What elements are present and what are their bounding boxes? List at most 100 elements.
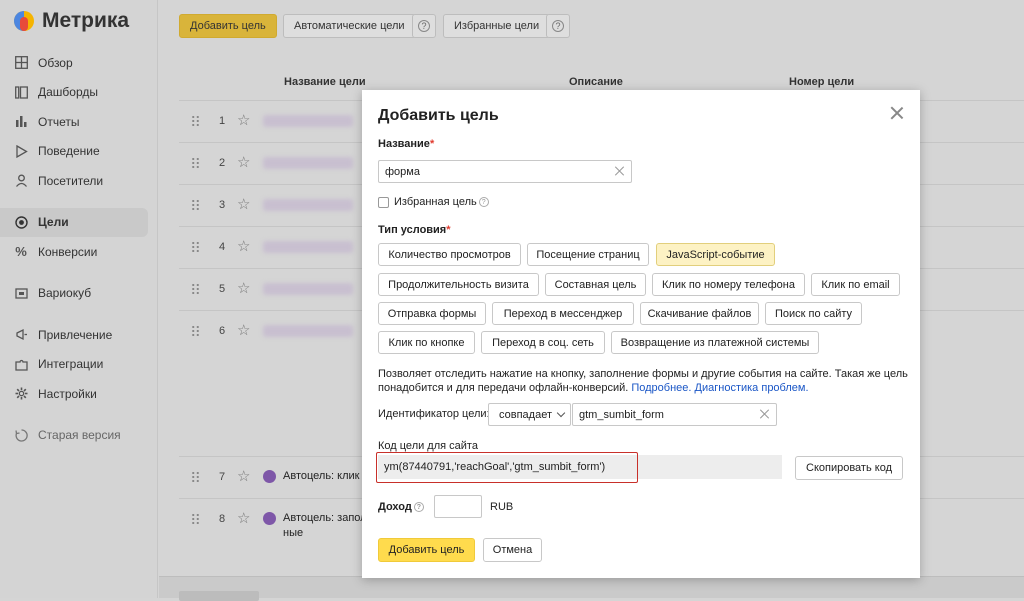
identifier-input[interactable]: gtm_sumbit_form bbox=[572, 403, 777, 426]
add-goal-button[interactable]: Добавить цель bbox=[179, 14, 277, 38]
drag-handle-icon[interactable] bbox=[191, 241, 200, 253]
sidebar-item-settings[interactable]: Настройки bbox=[0, 379, 158, 409]
help-icon[interactable]: ? bbox=[478, 197, 489, 208]
drag-handle-icon[interactable] bbox=[191, 325, 200, 337]
identifier-label: Идентификатор цели: bbox=[378, 408, 490, 420]
drag-handle-icon[interactable] bbox=[191, 157, 200, 169]
star-icon[interactable]: ☆ bbox=[237, 195, 250, 213]
condition-phone-click[interactable]: Клик по номеру телефона bbox=[652, 273, 805, 296]
blurred-goal-name bbox=[263, 199, 353, 211]
history-icon bbox=[14, 428, 28, 442]
favorite-label[interactable]: Избранная цель? bbox=[394, 196, 489, 208]
drag-handle-icon[interactable] bbox=[191, 471, 200, 483]
close-icon[interactable] bbox=[890, 106, 904, 120]
drag-handle-icon[interactable] bbox=[191, 115, 200, 127]
dialog-title: Добавить цель bbox=[378, 107, 499, 124]
goal-name: Автоцель: запол bbox=[283, 512, 367, 524]
percent-icon: % bbox=[15, 244, 27, 260]
condition-visit-duration[interactable]: Продолжительность визита bbox=[378, 273, 539, 296]
condition-description: Позволяет отследить нажатие на кнопку, з… bbox=[378, 368, 908, 394]
metrika-logo-icon bbox=[12, 9, 36, 33]
condition-javascript-event[interactable]: JavaScript-событие bbox=[656, 243, 775, 266]
cancel-button[interactable]: Отмена bbox=[483, 538, 542, 562]
favorite-goals-help-button[interactable]: ? bbox=[546, 14, 570, 38]
favorite-goals-button[interactable]: Избранные цели bbox=[443, 14, 551, 38]
condition-site-search[interactable]: Поиск по сайту bbox=[765, 302, 862, 325]
chevron-down-icon bbox=[556, 408, 566, 418]
sidebar-item-label: Отчеты bbox=[38, 114, 80, 129]
blurred-goal-name bbox=[263, 325, 353, 337]
user-icon bbox=[14, 174, 28, 188]
star-icon[interactable]: ☆ bbox=[237, 153, 250, 171]
bottom-bar bbox=[159, 576, 1024, 601]
blurred-goal-name bbox=[263, 241, 353, 253]
code-value[interactable]: ym(87440791,'reachGoal','gtm_sumbit_form… bbox=[384, 461, 605, 473]
sidebar-item-old-version[interactable]: Старая версия bbox=[0, 421, 158, 451]
star-icon[interactable]: ☆ bbox=[237, 279, 250, 297]
sidebar-item-label: Обзор bbox=[38, 55, 73, 70]
star-icon[interactable]: ☆ bbox=[237, 321, 250, 339]
sidebar-item-label: Дашборды bbox=[38, 85, 98, 100]
column-header-number[interactable]: Номер цели bbox=[789, 76, 854, 88]
sidebar-item-overview[interactable]: Обзор bbox=[0, 48, 158, 78]
goal-name-value: форма bbox=[385, 165, 420, 178]
auto-goals-button[interactable]: Автоматические цели bbox=[283, 14, 416, 38]
condition-payment-return[interactable]: Возвращение из платежной системы bbox=[611, 331, 819, 354]
submit-add-goal-button[interactable]: Добавить цель bbox=[378, 538, 475, 562]
condition-social-network[interactable]: Переход в соц. сеть bbox=[481, 331, 605, 354]
puzzle-icon bbox=[14, 357, 28, 371]
condition-pageviews[interactable]: Количество просмотров bbox=[378, 243, 521, 266]
column-header-description[interactable]: Описание bbox=[569, 76, 623, 88]
sidebar-item-conversions[interactable]: % Конверсии bbox=[0, 237, 158, 267]
condition-composite[interactable]: Составная цель bbox=[545, 273, 646, 296]
metrika-logo[interactable]: Метрика bbox=[12, 6, 129, 36]
star-icon[interactable]: ☆ bbox=[237, 467, 250, 485]
income-input[interactable] bbox=[434, 495, 482, 518]
condition-email-click[interactable]: Клик по email bbox=[811, 273, 900, 296]
logo-text: Метрика bbox=[42, 9, 130, 32]
column-header-name[interactable]: Название цели bbox=[284, 76, 366, 88]
code-label: Код цели для сайта bbox=[378, 440, 478, 452]
match-select[interactable]: совпадает bbox=[488, 403, 571, 426]
more-link[interactable]: Подробнее. bbox=[631, 382, 691, 394]
sidebar-item-variocube[interactable]: Вариокуб bbox=[0, 279, 158, 309]
sidebar-item-behavior[interactable]: Поведение bbox=[0, 137, 158, 167]
row-number: 5 bbox=[219, 283, 226, 295]
cube-icon bbox=[14, 286, 28, 300]
sidebar-item-integrations[interactable]: Интеграции bbox=[0, 350, 158, 380]
sidebar-item-reports[interactable]: Отчеты bbox=[0, 107, 158, 137]
auto-goals-help-button[interactable]: ? bbox=[412, 14, 436, 38]
row-number: 8 bbox=[219, 513, 226, 525]
sidebar-item-dashboards[interactable]: Дашборды bbox=[0, 78, 158, 108]
row-number: 2 bbox=[219, 157, 226, 169]
help-icon[interactable]: ? bbox=[413, 502, 424, 513]
condition-file-download[interactable]: Скачивание файлов bbox=[640, 302, 759, 325]
help-icon: ? bbox=[552, 20, 564, 32]
play-icon bbox=[14, 144, 28, 158]
star-icon[interactable]: ☆ bbox=[237, 509, 250, 527]
condition-form-submit[interactable]: Отправка формы bbox=[378, 302, 486, 325]
goal-name-input[interactable]: форма bbox=[378, 160, 632, 183]
sidebar-item-acquisition[interactable]: Привлечение bbox=[0, 320, 158, 350]
star-icon[interactable]: ☆ bbox=[237, 237, 250, 255]
favorite-checkbox[interactable] bbox=[378, 197, 389, 208]
condition-page-visit[interactable]: Посещение страниц bbox=[527, 243, 649, 266]
copy-code-button[interactable]: Скопировать код bbox=[795, 456, 903, 480]
sidebar-item-goals[interactable]: Цели bbox=[0, 207, 148, 237]
diagnostics-link[interactable]: Диагностика проблем. bbox=[695, 382, 809, 394]
row-number: 3 bbox=[219, 199, 226, 211]
condition-type-label: Тип условия* bbox=[378, 224, 451, 236]
condition-messenger[interactable]: Переход в мессенджер bbox=[492, 302, 634, 325]
condition-button-click[interactable]: Клик по кнопке bbox=[378, 331, 475, 354]
blurred-goal-name bbox=[263, 283, 353, 295]
clear-icon[interactable] bbox=[760, 409, 770, 419]
drag-handle-icon[interactable] bbox=[191, 283, 200, 295]
sidebar-item-label: Старая версия bbox=[38, 428, 121, 443]
sidebar-nav: Обзор Дашборды Отчеты Поведение Посетите… bbox=[0, 48, 158, 450]
sidebar-item-visitors[interactable]: Посетители bbox=[0, 166, 158, 196]
sidebar-item-label: Посетители bbox=[38, 173, 104, 188]
star-icon[interactable]: ☆ bbox=[237, 111, 250, 129]
drag-handle-icon[interactable] bbox=[191, 199, 200, 211]
drag-handle-icon[interactable] bbox=[191, 513, 200, 525]
clear-icon[interactable] bbox=[615, 166, 625, 176]
